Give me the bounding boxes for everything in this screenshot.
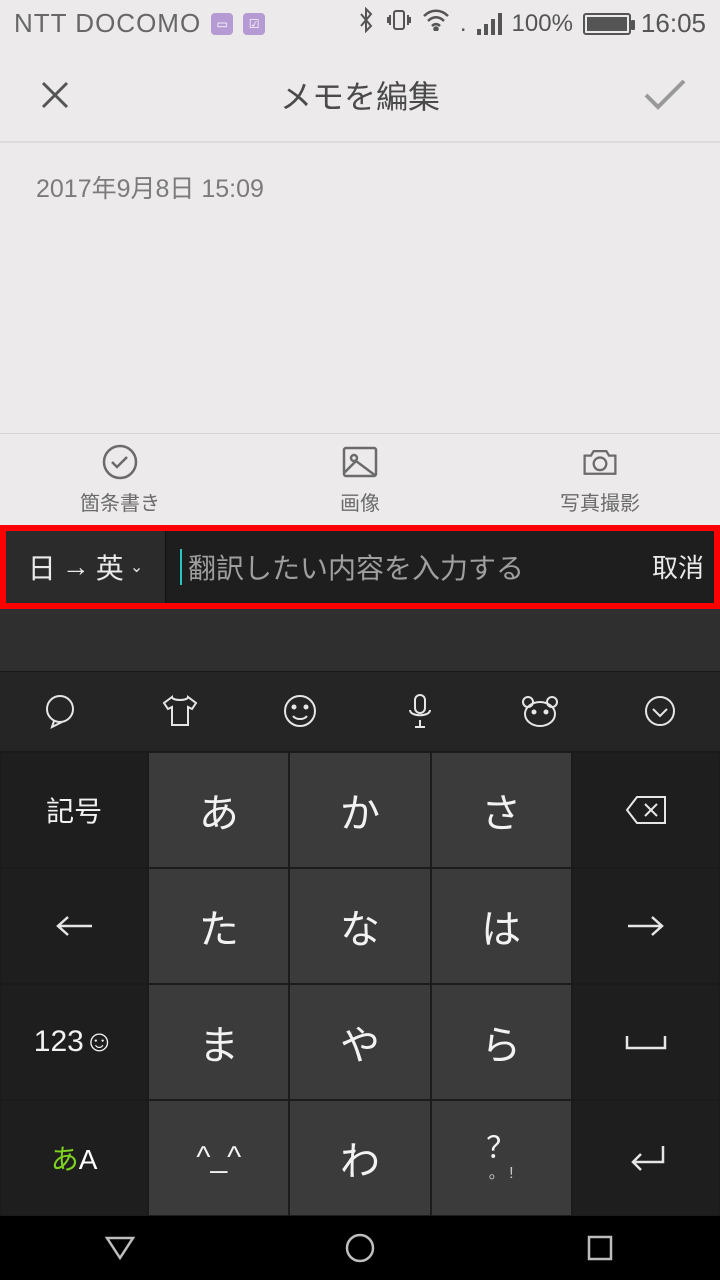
translate-bar: 日 → 英 ⌄ 翻訳したい内容を入力する 取消	[6, 531, 714, 603]
key-wa[interactable]: わ	[289, 1100, 430, 1216]
key-ra[interactable]: ら	[431, 984, 572, 1100]
translate-placeholder: 翻訳したい内容を入力する	[188, 547, 524, 587]
toolbar-camera[interactable]: 写真撮影	[480, 434, 720, 525]
chevron-down-icon: ⌄	[130, 557, 143, 577]
key-sa[interactable]: さ	[431, 752, 572, 868]
mic-icon[interactable]	[360, 672, 480, 752]
toolbar-image-label: 画像	[340, 487, 380, 516]
bluetooth-icon	[356, 7, 376, 40]
chat-icon[interactable]	[0, 672, 120, 752]
key-left[interactable]	[0, 868, 148, 984]
key-face[interactable]: ^_^	[148, 1100, 289, 1216]
status-badge-1: ▭	[211, 13, 233, 35]
emoji-icon[interactable]	[240, 672, 360, 752]
status-badge-2: ☑	[243, 13, 265, 35]
key-ka[interactable]: か	[289, 752, 430, 868]
app-header: メモを編集	[0, 48, 720, 144]
vibrate-icon	[386, 8, 412, 39]
toolbar-image[interactable]: 画像	[240, 434, 480, 525]
language-selector[interactable]: 日 → 英 ⌄	[6, 531, 166, 603]
toolbar-bullet[interactable]: 箇条書き	[0, 434, 240, 525]
keyboard: 記号 あ か さ た な は 123☺ ま や ら あA ^_^ わ ？ 。 !	[0, 752, 720, 1216]
nav-recent-icon[interactable]	[580, 1228, 620, 1268]
status-bar: NTT DOCOMO ▭ ☑ . 100% 16:05	[0, 0, 720, 48]
camera-icon	[581, 443, 619, 481]
page-title: メモを編集	[280, 72, 440, 118]
key-a[interactable]: あ	[148, 752, 289, 868]
key-backspace[interactable]	[572, 752, 720, 868]
key-numeric[interactable]: 123☺	[0, 984, 148, 1100]
key-ya[interactable]: や	[289, 984, 430, 1100]
tshirt-icon[interactable]	[120, 672, 240, 752]
keyboard-tool-row	[0, 671, 720, 753]
clock-label: 16:05	[641, 8, 706, 39]
arrow-right-icon: →	[62, 551, 90, 583]
memo-toolbar: 箇条書き 画像 写真撮影	[0, 433, 720, 525]
android-navbar	[0, 1216, 720, 1280]
check-circle-icon	[101, 443, 139, 481]
suggestion-strip	[0, 609, 720, 671]
key-ha[interactable]: は	[431, 868, 572, 984]
lang-to: 英	[96, 547, 124, 587]
text-cursor	[180, 549, 182, 585]
close-icon[interactable]	[32, 72, 78, 118]
toolbar-bullet-label: 箇条書き	[80, 487, 160, 516]
memo-timestamp: 2017年9月8日 15:09	[36, 169, 684, 205]
key-space[interactable]	[572, 984, 720, 1100]
confirm-icon[interactable]	[642, 72, 688, 118]
image-icon	[341, 443, 379, 481]
nav-back-icon[interactable]	[100, 1228, 140, 1268]
bear-icon[interactable]	[480, 672, 600, 752]
key-symbols[interactable]: 記号	[0, 752, 148, 868]
key-enter[interactable]	[572, 1100, 720, 1216]
toolbar-camera-label: 写真撮影	[560, 487, 640, 516]
memo-editor[interactable]: 2017年9月8日 15:09	[0, 143, 720, 433]
translate-input[interactable]: 翻訳したい内容を入力する	[166, 531, 642, 603]
battery-pct: 100%	[512, 10, 573, 38]
battery-icon	[583, 13, 631, 35]
key-mode[interactable]: あA	[0, 1100, 148, 1216]
wifi-icon	[422, 9, 450, 38]
highlight-box: 日 → 英 ⌄ 翻訳したい内容を入力する 取消	[0, 525, 720, 609]
signal-icon	[477, 13, 502, 35]
carrier-label: NTT DOCOMO	[14, 8, 201, 39]
cancel-button[interactable]: 取消	[642, 531, 714, 603]
lang-from: 日	[28, 547, 56, 587]
key-punct[interactable]: ？ 。 !	[431, 1100, 572, 1216]
key-right[interactable]	[572, 868, 720, 984]
key-ma[interactable]: ま	[148, 984, 289, 1100]
collapse-icon[interactable]	[600, 672, 720, 752]
nav-home-icon[interactable]	[340, 1228, 380, 1268]
key-na[interactable]: な	[289, 868, 430, 984]
key-ta[interactable]: た	[148, 868, 289, 984]
